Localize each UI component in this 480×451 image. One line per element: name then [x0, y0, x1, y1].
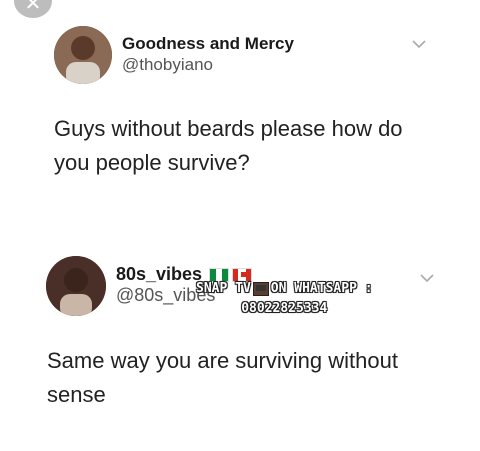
watermark-line-1: SNAP TV ON WHATSAPP :	[196, 279, 373, 299]
watermark-brand: SNAP TV	[196, 281, 251, 296]
close-button[interactable]: ✕	[14, 0, 52, 18]
display-name[interactable]: 80s_vibes	[116, 264, 202, 284]
display-name[interactable]: Goodness and Mercy	[122, 34, 294, 54]
watermark-phone: 08022825334	[241, 301, 328, 316]
tv-icon	[252, 281, 269, 296]
avatar[interactable]	[46, 256, 106, 316]
avatar[interactable]	[54, 26, 112, 84]
watermark-whatsapp: ON WHATSAPP :	[270, 281, 373, 296]
tweet-text: Guys without beards please how do you pe…	[54, 116, 403, 175]
tweet-text: Same way you are surviving without sense	[47, 348, 398, 407]
chevron-down-icon[interactable]	[412, 36, 426, 50]
handle[interactable]: @thobyiano	[122, 54, 294, 76]
close-icon: ✕	[24, 0, 42, 15]
chevron-down-icon[interactable]	[420, 270, 434, 284]
watermark: SNAP TV ON WHATSAPP : 08022825334	[196, 279, 373, 319]
